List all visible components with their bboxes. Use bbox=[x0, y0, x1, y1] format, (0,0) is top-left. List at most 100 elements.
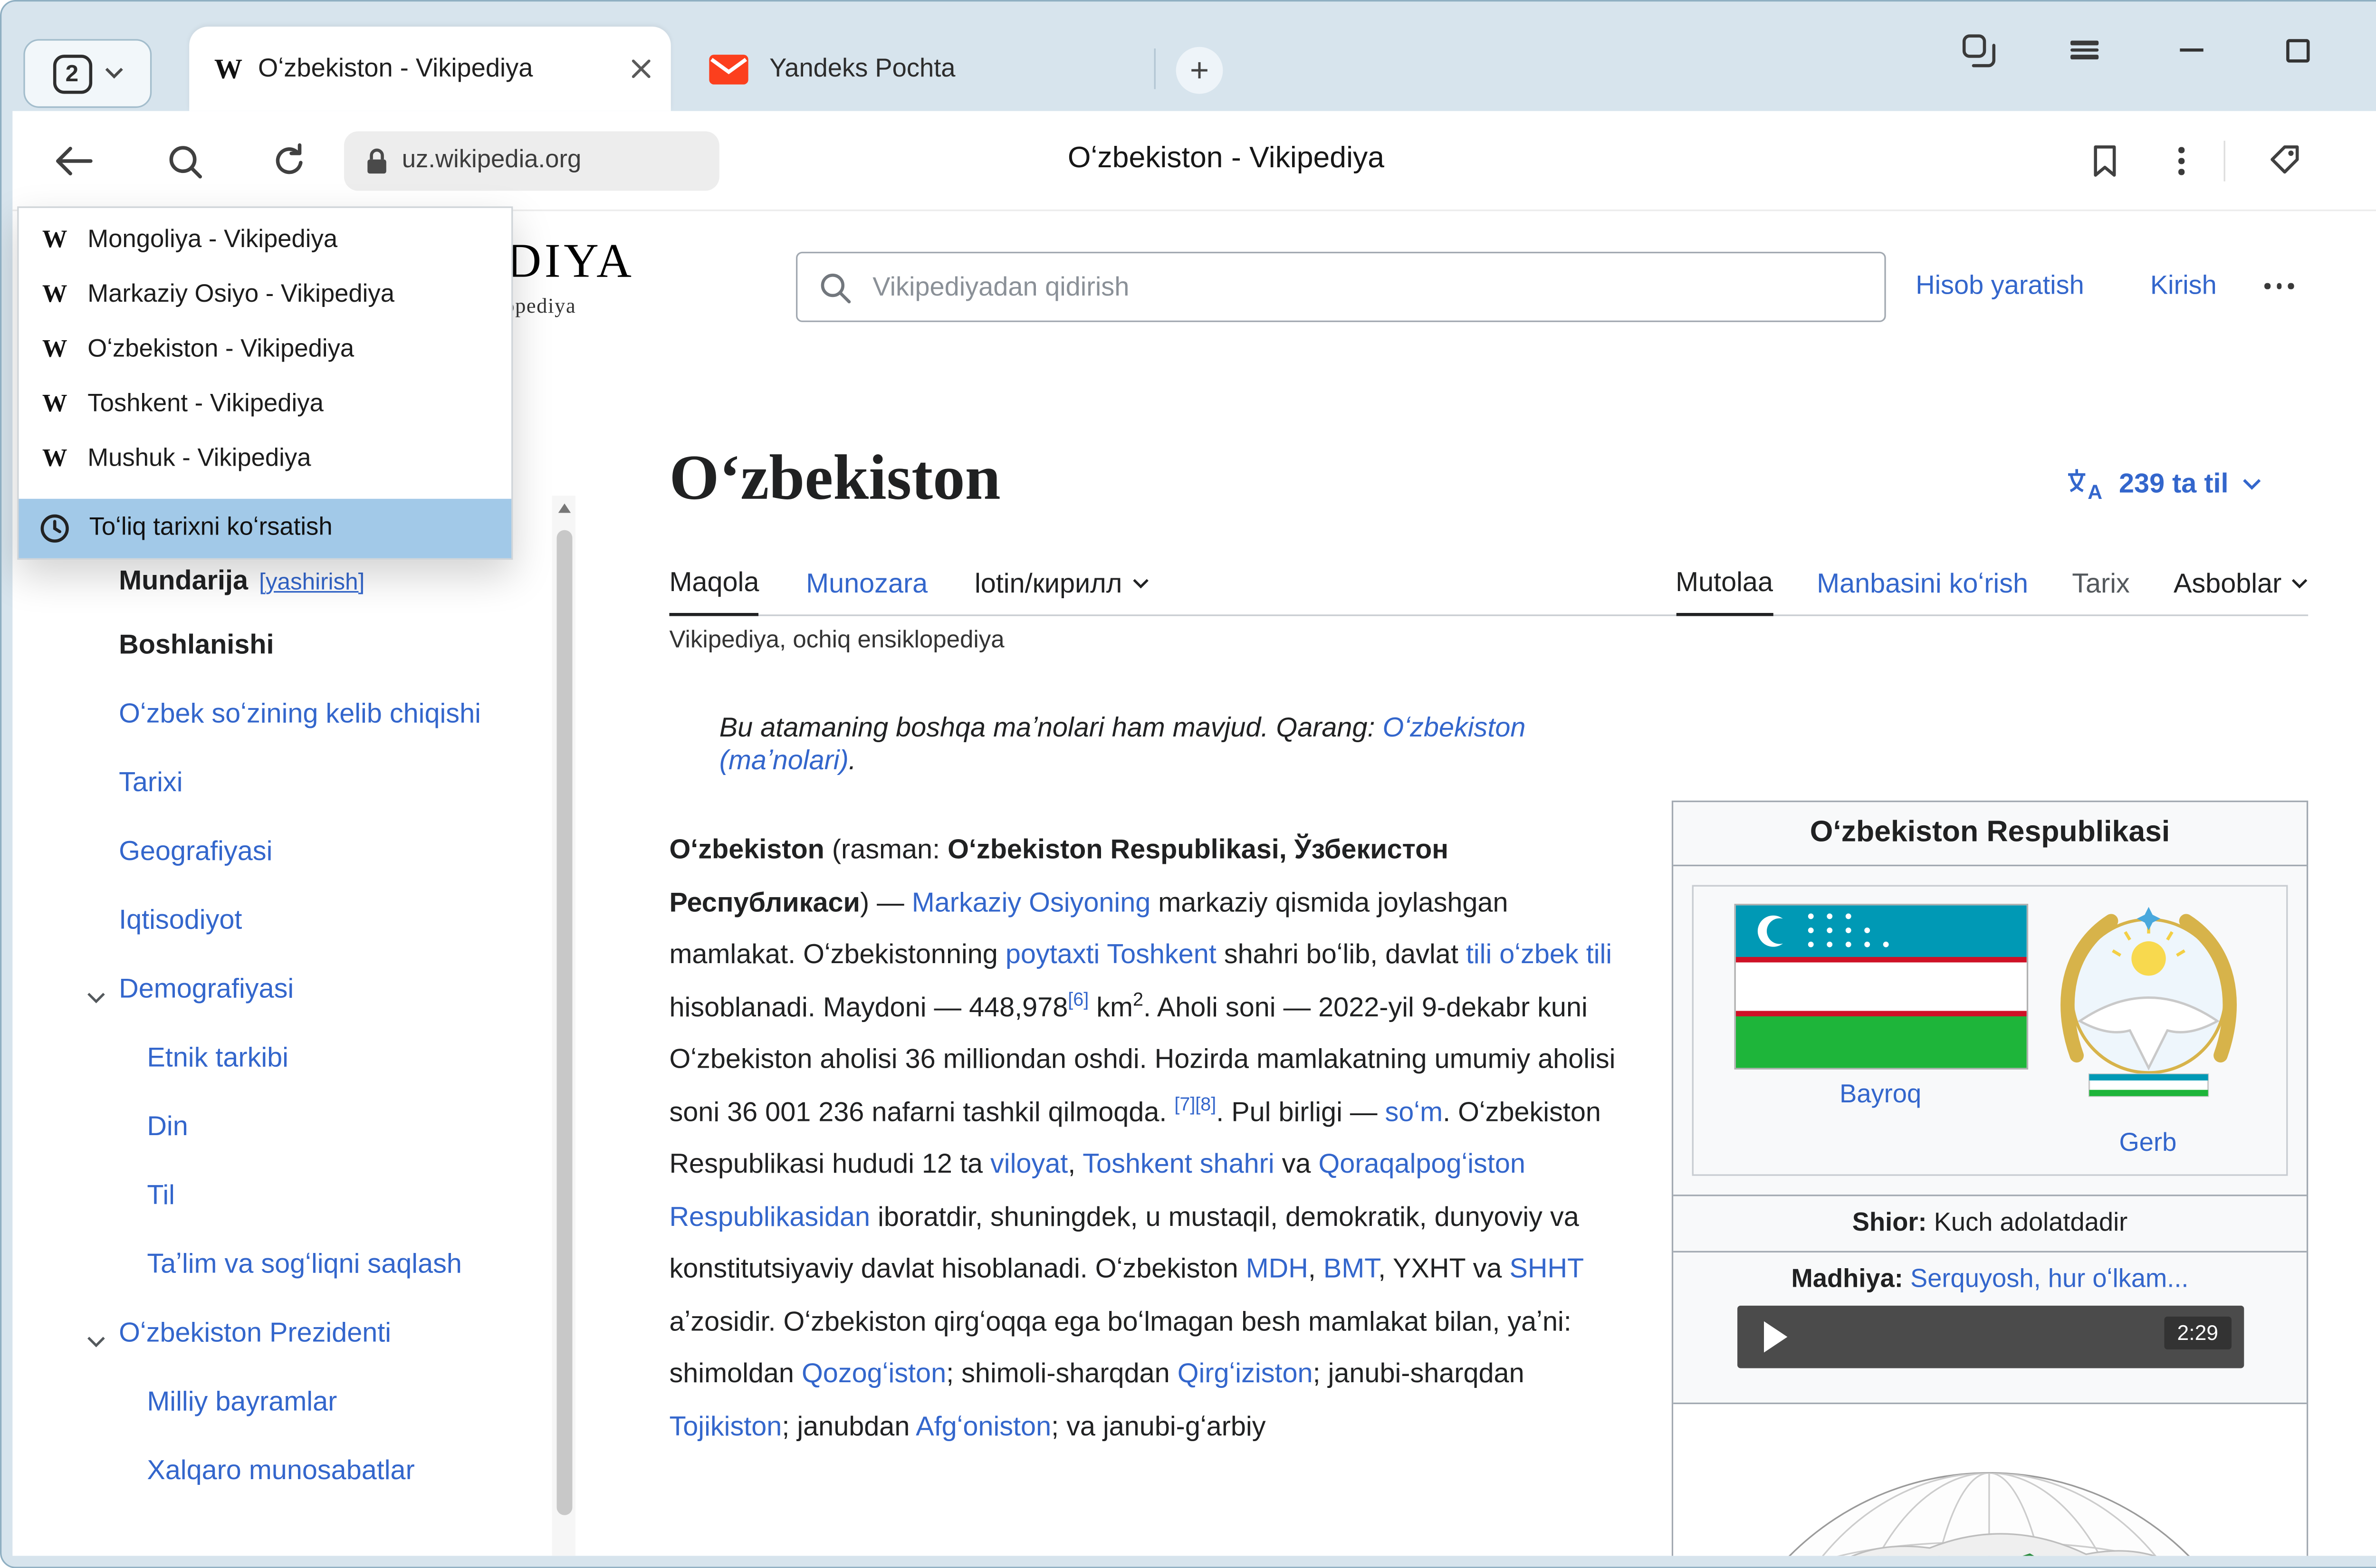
kebab-menu-icon[interactable] bbox=[2158, 138, 2205, 185]
history-menu-item[interactable]: WMarkaziy Osiyo - Vikipediya bbox=[19, 268, 511, 322]
language-selector-button[interactable]: A 239 ta til bbox=[2066, 468, 2261, 500]
article-link[interactable]: MDH bbox=[1246, 1252, 1308, 1284]
article-text: , bbox=[1308, 1252, 1323, 1284]
close-tab-icon[interactable] bbox=[630, 58, 652, 80]
article-link[interactable]: Toshkent shahri bbox=[1083, 1147, 1274, 1179]
article-link[interactable]: Markaziy Osiyoning bbox=[912, 886, 1151, 917]
article-text: ; shimoli-sharqdan bbox=[946, 1357, 1178, 1388]
history-menu-item[interactable]: WOʻzbekiston - Vikipediya bbox=[19, 322, 511, 377]
toc-item[interactable]: Oʻzbek soʻzining kelib chiqishi bbox=[119, 696, 528, 732]
flag-figure: Bayroq bbox=[1735, 905, 2026, 1110]
tab-script-switcher[interactable]: lotin/кирилл bbox=[975, 566, 1149, 614]
article-link[interactable]: BMT bbox=[1323, 1252, 1378, 1284]
reference-link[interactable]: [7][8] bbox=[1174, 1092, 1216, 1114]
toc-item-label: Oʻzbekiston Prezidenti bbox=[119, 1317, 391, 1348]
uzbekistan-flag-image[interactable] bbox=[1735, 905, 2026, 1068]
article-link[interactable]: SHHT bbox=[1509, 1252, 1583, 1284]
show-full-history-item[interactable]: Toʻliq tarixni koʻrsatish bbox=[19, 499, 511, 558]
tab-title: Oʻzbekiston - Vikipediya bbox=[258, 54, 624, 84]
article-link[interactable]: viloyat bbox=[990, 1147, 1068, 1179]
toc-item-label: Xalqaro munosabatlar bbox=[147, 1454, 414, 1485]
scroll-up-arrow[interactable] bbox=[557, 504, 570, 513]
maximize-button[interactable] bbox=[2279, 31, 2316, 69]
tab-maqola[interactable]: Maqola bbox=[669, 566, 759, 616]
play-icon[interactable] bbox=[1763, 1321, 1786, 1353]
tab-yandex-mail[interactable]: Yandeks Pochta bbox=[683, 27, 1146, 111]
tab-tarix[interactable]: Tarix bbox=[2072, 566, 2130, 614]
address-bar[interactable]: uz.wikipedia.org bbox=[344, 131, 719, 191]
article-link[interactable]: Afgʻoniston bbox=[916, 1410, 1051, 1441]
tab-munozara[interactable]: Munozara bbox=[806, 566, 928, 614]
browser-action-icon[interactable] bbox=[2261, 136, 2308, 183]
article-link[interactable]: soʻm bbox=[1385, 1095, 1443, 1127]
toc-item[interactable]: Taʼlim va sogʻliqni saqlash bbox=[147, 1246, 528, 1282]
article-link[interactable]: Qirgʻiziston bbox=[1178, 1357, 1313, 1388]
downloads-icon[interactable] bbox=[2371, 136, 2376, 183]
wiki-search-input[interactable] bbox=[797, 253, 1884, 321]
history-menu-item[interactable]: WToshkent - Vikipediya bbox=[19, 377, 511, 431]
toc-item[interactable]: Tarixi bbox=[119, 765, 528, 801]
infobox: Oʻzbekiston Respublikasi bbox=[1672, 801, 2308, 1556]
toc-item[interactable]: Milliy bayramlar bbox=[147, 1384, 528, 1420]
toc-scrollbar[interactable] bbox=[552, 496, 575, 1556]
article-link[interactable]: tili oʻzbek tili bbox=[1466, 938, 1612, 969]
tab-title: Yandeks Pochta bbox=[769, 54, 955, 84]
toc-hide-link[interactable]: [yashirish] bbox=[259, 569, 364, 596]
back-button[interactable] bbox=[50, 138, 97, 185]
toc-item[interactable]: Oʻzbekiston Prezidenti bbox=[119, 1315, 528, 1351]
bookmark-icon[interactable] bbox=[2081, 138, 2128, 185]
article-link[interactable]: Qozogʻiston bbox=[802, 1357, 946, 1388]
chevron-down-icon bbox=[1131, 578, 1149, 589]
toc-item[interactable]: Din bbox=[147, 1109, 528, 1145]
anthem-link[interactable]: Serquyosh, hur oʻlkam... bbox=[1910, 1265, 2189, 1293]
sidebar-panel-icon[interactable] bbox=[1959, 31, 1997, 69]
uzbekistan-emblem-image[interactable] bbox=[2051, 905, 2245, 1109]
chevron-down-icon[interactable] bbox=[86, 979, 106, 1015]
toc-item-label: Geografiyasi bbox=[119, 835, 272, 866]
tab-view-source[interactable]: Manbasini koʻrish bbox=[1817, 566, 2028, 614]
article-text: , bbox=[1068, 1147, 1083, 1179]
toc-item[interactable]: Xalqaro munosabatlar bbox=[147, 1453, 528, 1489]
history-dropdown: WMongoliya - VikipediyaWMarkaziy Osiyo -… bbox=[17, 206, 513, 560]
toc-item-label: Etnik tarkibi bbox=[147, 1042, 288, 1073]
minimize-button[interactable] bbox=[2172, 31, 2210, 69]
article-link[interactable]: Tojikiston bbox=[669, 1410, 782, 1441]
login-link[interactable]: Kirish bbox=[2150, 270, 2217, 302]
toc-item-label: Boshlanishi bbox=[119, 629, 274, 660]
globe-map-image[interactable] bbox=[1695, 1423, 2285, 1556]
toc-item[interactable]: Iqtisodiyot bbox=[119, 902, 528, 938]
tab-mutolaa[interactable]: Mutolaa bbox=[1676, 566, 1773, 616]
chevron-down-icon[interactable] bbox=[86, 1323, 106, 1359]
tab-active-wikipedia[interactable]: W Oʻzbekiston - Vikipediya bbox=[189, 27, 671, 111]
wikipedia-favicon: W bbox=[42, 226, 67, 254]
reference-link[interactable]: [6] bbox=[1068, 988, 1089, 1010]
article-text: va bbox=[1274, 1147, 1319, 1179]
browser-toolbar: uz.wikipedia.org Oʻzbekiston - Vikipediy… bbox=[12, 111, 2376, 211]
language-icon: A bbox=[2066, 468, 2105, 500]
scrollbar-thumb[interactable] bbox=[556, 530, 572, 1515]
toc-header: Mundarija[yashirish] bbox=[119, 564, 364, 597]
flag-caption-link[interactable]: Bayroq bbox=[1839, 1080, 1921, 1109]
create-account-link[interactable]: Hisob yaratish bbox=[1916, 270, 2084, 302]
emblem-caption-link[interactable]: Gerb bbox=[2119, 1129, 2177, 1157]
reload-icon[interactable] bbox=[266, 138, 313, 185]
new-tab-button[interactable]: + bbox=[1176, 47, 1223, 94]
toc-item[interactable]: Geografiyasi bbox=[119, 833, 528, 870]
tab-asboblar[interactable]: Asboblar bbox=[2174, 566, 2308, 614]
audio-player[interactable]: 2:29 bbox=[1736, 1306, 2243, 1368]
toc-item[interactable]: Demografiyasi bbox=[119, 971, 528, 1007]
search-icon[interactable] bbox=[161, 138, 208, 185]
toc-item[interactable]: Boshlanishi bbox=[119, 627, 528, 663]
menu-icon[interactable] bbox=[2066, 31, 2103, 69]
toc-item[interactable]: Etnik tarkibi bbox=[147, 1040, 528, 1076]
ellipsis-menu-icon[interactable] bbox=[2264, 283, 2294, 289]
toc-item[interactable]: Til bbox=[147, 1177, 528, 1214]
yandex-mail-icon bbox=[709, 52, 749, 85]
history-menu-item[interactable]: WMushuk - Vikipediya bbox=[19, 431, 511, 486]
article-text: ; janubi-sharqdan bbox=[1313, 1357, 1524, 1388]
tab-divider bbox=[1154, 48, 1156, 89]
article-link[interactable]: poytaxti Toshkent bbox=[1006, 938, 1217, 969]
tab-counter-button[interactable]: 2 bbox=[23, 39, 152, 108]
history-menu-item-label: Oʻzbekiston - Vikipediya bbox=[87, 335, 354, 363]
history-menu-item[interactable]: WMongoliya - Vikipediya bbox=[19, 213, 511, 268]
